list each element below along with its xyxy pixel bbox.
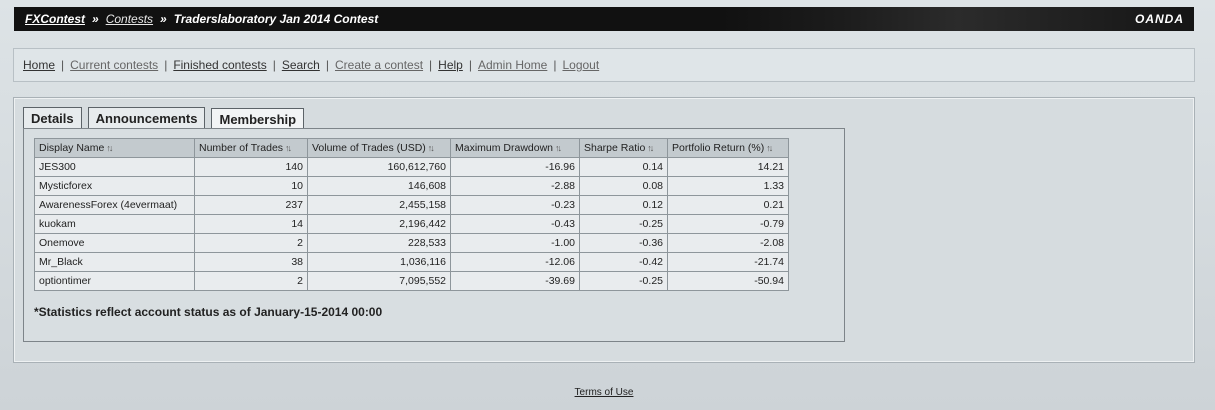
nav-separator: | bbox=[61, 58, 65, 72]
nav-current-contests[interactable]: Current contests bbox=[70, 58, 158, 72]
table-cell: -0.23 bbox=[450, 195, 580, 215]
table-row: optiontimer 2 7,095,552 -39.69 -0.25 -50.94 bbox=[34, 271, 789, 291]
table-cell: -0.43 bbox=[450, 214, 580, 234]
table-row: Mr_Black 38 1,036,116 -12.06 -0.42 -21.74 bbox=[34, 252, 789, 272]
breadcrumb-separator: » bbox=[92, 12, 99, 26]
sort-arrows-icon[interactable]: ↑↓ bbox=[428, 143, 435, 153]
column-header-label: Display Name bbox=[39, 142, 105, 154]
column-header-label: Sharpe Ratio bbox=[584, 142, 646, 154]
sort-arrows-icon[interactable]: ↑↓ bbox=[106, 143, 113, 153]
table-cell: -0.25 bbox=[579, 214, 668, 234]
nav-home[interactable]: Home bbox=[23, 58, 55, 72]
column-header-label: Portfolio Return (%) bbox=[672, 142, 765, 154]
nav-separator: | bbox=[325, 58, 329, 72]
table-cell: 2 bbox=[194, 271, 308, 291]
table-cell: -16.96 bbox=[450, 157, 580, 177]
nav-separator: | bbox=[468, 58, 472, 72]
table-cell: 38 bbox=[194, 252, 308, 272]
nav-separator: | bbox=[272, 58, 276, 72]
table-cell: -0.79 bbox=[667, 214, 789, 234]
footer: Terms of Use bbox=[0, 387, 1208, 398]
nav-create-contest[interactable]: Create a contest bbox=[335, 58, 423, 72]
table-cell: -0.42 bbox=[579, 252, 668, 272]
table-cell: -2.88 bbox=[450, 176, 580, 196]
table-row: kuokam 14 2,196,442 -0.43 -0.25 -0.79 bbox=[34, 214, 789, 234]
sort-arrows-icon[interactable]: ↑↓ bbox=[555, 143, 562, 153]
table-cell: -1.00 bbox=[450, 233, 580, 253]
table-cell: 0.14 bbox=[579, 157, 668, 177]
table-cell: 2,196,442 bbox=[307, 214, 451, 234]
display-name-cell: AwarenessForex (4evermaat) bbox=[34, 195, 195, 215]
table-cell: 10 bbox=[194, 176, 308, 196]
nav-admin-home[interactable]: Admin Home bbox=[478, 58, 547, 72]
nav-logout[interactable]: Logout bbox=[562, 58, 599, 72]
table-cell: -2.08 bbox=[667, 233, 789, 253]
table-row: JES300 140 160,612,760 -16.96 0.14 14.21 bbox=[34, 157, 789, 177]
table-row: AwarenessForex (4evermaat) 237 2,455,158 -0… bbox=[34, 195, 789, 215]
column-header[interactable]: Portfolio Return (%) ↑↓ bbox=[667, 138, 789, 158]
table-cell: -12.06 bbox=[450, 252, 580, 272]
column-header[interactable]: Maximum Drawdown ↑↓ bbox=[450, 138, 580, 158]
table-cell: 237 bbox=[194, 195, 308, 215]
sort-arrows-icon[interactable]: ↑↓ bbox=[766, 143, 773, 153]
table-cell: 0.21 bbox=[667, 195, 789, 215]
display-name-cell: JES300 bbox=[34, 157, 195, 177]
column-header[interactable]: Volume of Trades (USD) ↑↓ bbox=[307, 138, 451, 158]
table-cell: -21.74 bbox=[667, 252, 789, 272]
table-cell: 14 bbox=[194, 214, 308, 234]
table-cell: 160,612,760 bbox=[307, 157, 451, 177]
table-row: Mysticforex 10 146,608 -2.88 0.08 1.33 bbox=[34, 176, 789, 196]
display-name-cell: optiontimer bbox=[34, 271, 195, 291]
sort-arrows-icon[interactable]: ↑↓ bbox=[647, 143, 654, 153]
page-title: Traderslaboratory Jan 2014 Contest bbox=[173, 12, 379, 26]
column-header-label: Volume of Trades (USD) bbox=[312, 142, 426, 154]
breadcrumb-separator: » bbox=[160, 12, 167, 26]
tab-announcements[interactable]: Announcements bbox=[87, 107, 206, 128]
table-cell: -50.94 bbox=[667, 271, 789, 291]
sort-arrows-icon[interactable]: ↑↓ bbox=[285, 143, 292, 153]
table-cell: 0.08 bbox=[579, 176, 668, 196]
statistics-note: *Statistics reflect account status as of… bbox=[34, 305, 383, 319]
nav-separator: | bbox=[553, 58, 557, 72]
display-name-cell: Mr_Black bbox=[34, 252, 195, 272]
main-nav: Home | Current contests | Finished contests |… bbox=[13, 48, 1195, 82]
nav-finished-contests[interactable]: Finished contests bbox=[173, 58, 266, 72]
table-cell: -0.36 bbox=[579, 233, 668, 253]
column-header[interactable]: Number of Trades ↑↓ bbox=[194, 138, 308, 158]
table-cell: 7,095,552 bbox=[307, 271, 451, 291]
table-cell: -0.25 bbox=[579, 271, 668, 291]
terms-of-use-link[interactable]: Terms of Use bbox=[575, 387, 634, 398]
display-name-cell: kuokam bbox=[34, 214, 195, 234]
nav-separator: | bbox=[164, 58, 168, 72]
display-name-cell: Mysticforex bbox=[34, 176, 195, 196]
display-name-cell: Onemove bbox=[34, 233, 195, 253]
table-cell: 2,455,158 bbox=[307, 195, 451, 215]
tab-bar: Details Announcements Membership bbox=[23, 107, 310, 130]
table-cell: 0.12 bbox=[579, 195, 668, 215]
table-cell: 2 bbox=[194, 233, 308, 253]
table-cell: 146,608 bbox=[307, 176, 451, 196]
table-cell: 228,533 bbox=[307, 233, 451, 253]
breadcrumb-contests-link[interactable]: Contests bbox=[106, 12, 153, 26]
column-header-label: Number of Trades bbox=[199, 142, 284, 154]
breadcrumb-root-link[interactable]: FXContest bbox=[25, 12, 85, 26]
table-cell: -39.69 bbox=[450, 271, 580, 291]
table-row: Onemove 2 228,533 -1.00 -0.36 -2.08 bbox=[34, 233, 789, 253]
nav-separator: | bbox=[429, 58, 433, 72]
column-header[interactable]: Sharpe Ratio ↑↓ bbox=[579, 138, 668, 158]
table-cell: 1,036,116 bbox=[307, 252, 451, 272]
table-cell: 14.21 bbox=[667, 157, 789, 177]
membership-table: Display Name ↑↓ Number of Trades ↑↓ Volume o… bbox=[34, 138, 789, 291]
tab-details[interactable]: Details bbox=[23, 107, 82, 128]
column-header[interactable]: Display Name ↑↓ bbox=[34, 138, 195, 158]
nav-search[interactable]: Search bbox=[282, 58, 320, 72]
column-header-label: Maximum Drawdown bbox=[455, 142, 554, 154]
header-bar: FXContest » Contests » Traderslaboratory… bbox=[14, 7, 1194, 31]
brand-logo: OANDA bbox=[1135, 12, 1184, 26]
nav-help[interactable]: Help bbox=[438, 58, 463, 72]
table-cell: 1.33 bbox=[667, 176, 789, 196]
tab-membership[interactable]: Membership bbox=[211, 108, 305, 130]
table-cell: 140 bbox=[194, 157, 308, 177]
